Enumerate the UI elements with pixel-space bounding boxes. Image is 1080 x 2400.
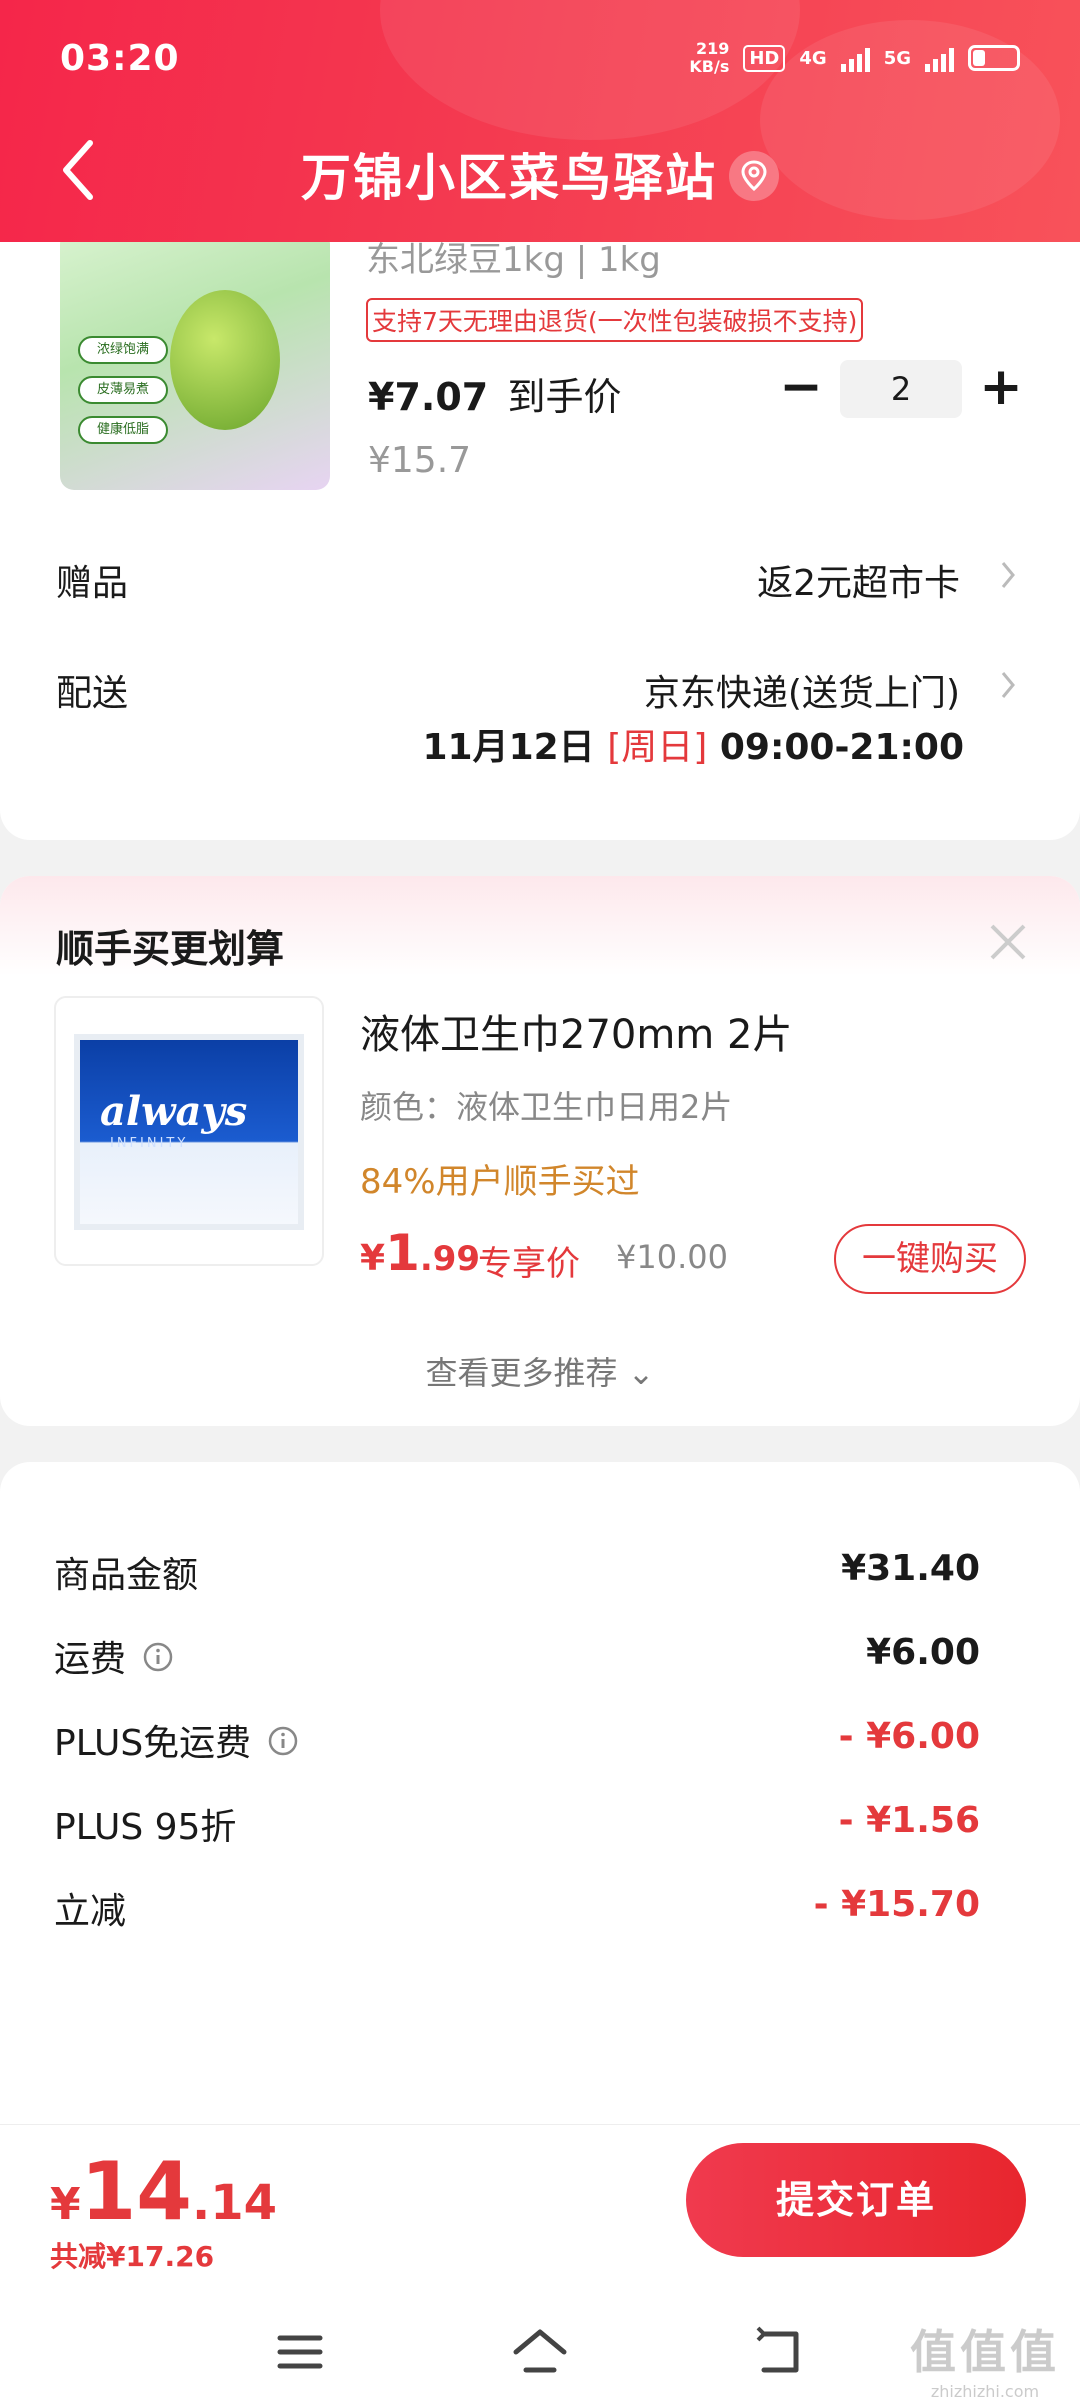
- pad-package-graphic: always INFINITY: [74, 1034, 304, 1230]
- signal-4g-icon: [840, 44, 870, 72]
- price-decimal: .99: [419, 1239, 481, 1279]
- upsell-original-price: ¥10.00: [616, 1238, 728, 1276]
- image-tag: 浓绿饱满: [78, 336, 168, 364]
- upsell-card: 顺手买更划算 always INFINITY 液体卫生巾270mm 2片 颜色：…: [0, 876, 1080, 1426]
- page-title-text: 万锦小区菜鸟驿站: [301, 149, 717, 207]
- fee-label-text: 立减: [54, 1891, 127, 1932]
- mung-bean-graphic: [170, 290, 280, 430]
- delivery-label: 配送: [56, 673, 129, 714]
- price-breakdown-card: 商品金额 ¥31.40 运费 ¥6.00 PLUS免运费 - ¥6.00 PLU…: [0, 1462, 1080, 2162]
- see-more-recommendations-link[interactable]: 查看更多推荐 ⌄: [0, 1348, 1080, 1394]
- home-icon[interactable]: [510, 2326, 570, 2378]
- decrease-quantity-button[interactable]: −: [772, 360, 830, 418]
- final-price: ¥7.07 到手价: [368, 366, 621, 421]
- checkout-bar: ¥14.14 共减¥17.26 提交订单: [0, 2124, 1080, 2304]
- delivery-date: 11月12日: [422, 727, 595, 768]
- status-icons: 219 KB/s HD 4G 5G: [689, 40, 1020, 76]
- brand-logo: always: [100, 1088, 248, 1135]
- clock: 03:20: [60, 38, 180, 79]
- final-price-label: 到手价: [507, 375, 622, 419]
- upsell-product-image[interactable]: always INFINITY: [54, 996, 324, 1266]
- site-watermark: 值值值 zhizhizhi.com: [910, 2316, 1060, 2400]
- upsell-title: 顺手买更划算: [56, 927, 285, 971]
- status-bar: 03:20 219 KB/s HD 4G 5G: [0, 0, 1080, 120]
- currency-symbol: ¥: [360, 1238, 386, 1279]
- fee-label-instant-discount: 立减: [54, 1882, 126, 1934]
- total-currency: ¥: [50, 2179, 81, 2230]
- exclusive-price-label: 专享价: [478, 1244, 580, 1284]
- fee-value-plus-free-shipping: - ¥6.00: [838, 1716, 980, 1757]
- chevron-right-icon[interactable]: [998, 668, 1018, 702]
- page-title: 万锦小区菜鸟驿站: [0, 138, 1080, 210]
- image-tag: 健康低脂: [78, 416, 168, 444]
- battery-icon: [968, 45, 1020, 71]
- fee-label-goods: 商品金额: [54, 1546, 198, 1598]
- increase-quantity-button[interactable]: +: [972, 360, 1030, 418]
- product-image[interactable]: 浓绿饱满 皮薄易煮 健康低脂: [60, 230, 330, 490]
- network-speed-unit: KB/s: [689, 57, 730, 76]
- order-total: ¥14.14: [50, 2145, 277, 2238]
- quantity-input[interactable]: 2: [840, 360, 962, 418]
- upsell-variant: 颜色：液体卫生巾日用2片: [360, 1088, 733, 1126]
- location-pin-glyph: [741, 159, 767, 191]
- total-decimal: .14: [191, 2175, 277, 2231]
- back-nav-icon[interactable]: [750, 2326, 810, 2378]
- upsell-social-proof: 84%用户顺手买过: [360, 1162, 640, 1202]
- network-4g-label: 4G: [799, 47, 827, 69]
- final-price-value: ¥7.07: [368, 375, 489, 419]
- app-header: 03:20 219 KB/s HD 4G 5G 万锦小区菜鸟驿站: [0, 0, 1080, 242]
- total-savings: 共减¥17.26: [50, 2240, 215, 2273]
- fee-label-shipping: 运费: [54, 1630, 174, 1682]
- watermark-logo: 值值值: [910, 2325, 1060, 2379]
- fee-label-plus-free-shipping: PLUS免运费: [54, 1714, 299, 1766]
- network-speed: 219 KB/s: [689, 40, 729, 76]
- upsell-price: ¥1.99: [360, 1224, 480, 1282]
- submit-order-button[interactable]: 提交订单: [686, 2143, 1026, 2257]
- image-tag: 皮薄易煮: [78, 376, 168, 404]
- delivery-window: 09:00-21:00: [719, 727, 964, 768]
- fee-value-plus-discount: - ¥1.56: [838, 1800, 980, 1841]
- total-integer: 14: [80, 2145, 192, 2238]
- delivery-method[interactable]: 京东快递(送货上门): [644, 664, 960, 716]
- info-icon[interactable]: [267, 1725, 299, 1757]
- fee-value-goods: ¥31.40: [841, 1548, 980, 1589]
- fee-label-text: 商品金额: [54, 1555, 199, 1596]
- gift-label: 赠品: [56, 563, 129, 604]
- brand-sub-logo: INFINITY: [110, 1136, 189, 1151]
- gift-value[interactable]: 返2元超市卡: [757, 554, 960, 606]
- delivery-time: 11月12日 [周日] 09:00-21:00: [422, 718, 964, 770]
- fee-value-shipping: ¥6.00: [866, 1632, 980, 1673]
- upsell-product-name[interactable]: 液体卫生巾270mm 2片: [360, 1002, 792, 1060]
- signal-5g-icon: [925, 44, 954, 72]
- network-speed-value: 219: [695, 39, 730, 58]
- fee-label-text: PLUS免运费: [54, 1723, 252, 1764]
- location-pin-icon[interactable]: [729, 150, 779, 201]
- quantity-stepper: − 2 +: [772, 360, 1030, 418]
- return-policy-badge: 支持7天无理由退货(一次性包装破损不支持): [366, 298, 864, 342]
- watermark-url: zhizhizhi.com: [930, 2382, 1040, 2400]
- hd-badge-icon: HD: [743, 44, 786, 72]
- close-icon[interactable]: [986, 920, 1030, 964]
- fee-label-text: 运费: [54, 1639, 127, 1680]
- price-integer: 1: [385, 1224, 420, 1282]
- fee-value-instant-discount: - ¥15.70: [813, 1884, 980, 1925]
- chevron-right-icon[interactable]: [998, 558, 1018, 592]
- fee-label-text: PLUS 95折: [54, 1807, 237, 1848]
- menu-icon[interactable]: [270, 2326, 330, 2378]
- delivery-day: [周日]: [607, 727, 708, 768]
- info-icon[interactable]: [142, 1641, 174, 1673]
- fee-label-plus-discount: PLUS 95折: [54, 1798, 236, 1850]
- one-click-buy-button[interactable]: 一键购买: [834, 1224, 1026, 1294]
- network-5g-label: 5G: [883, 47, 911, 69]
- product-card: 浓绿饱满 皮薄易煮 健康低脂 东北绿豆1kg | 1kg 支持7天无理由退货(一…: [0, 170, 1080, 840]
- original-price: ¥15.7: [368, 440, 472, 481]
